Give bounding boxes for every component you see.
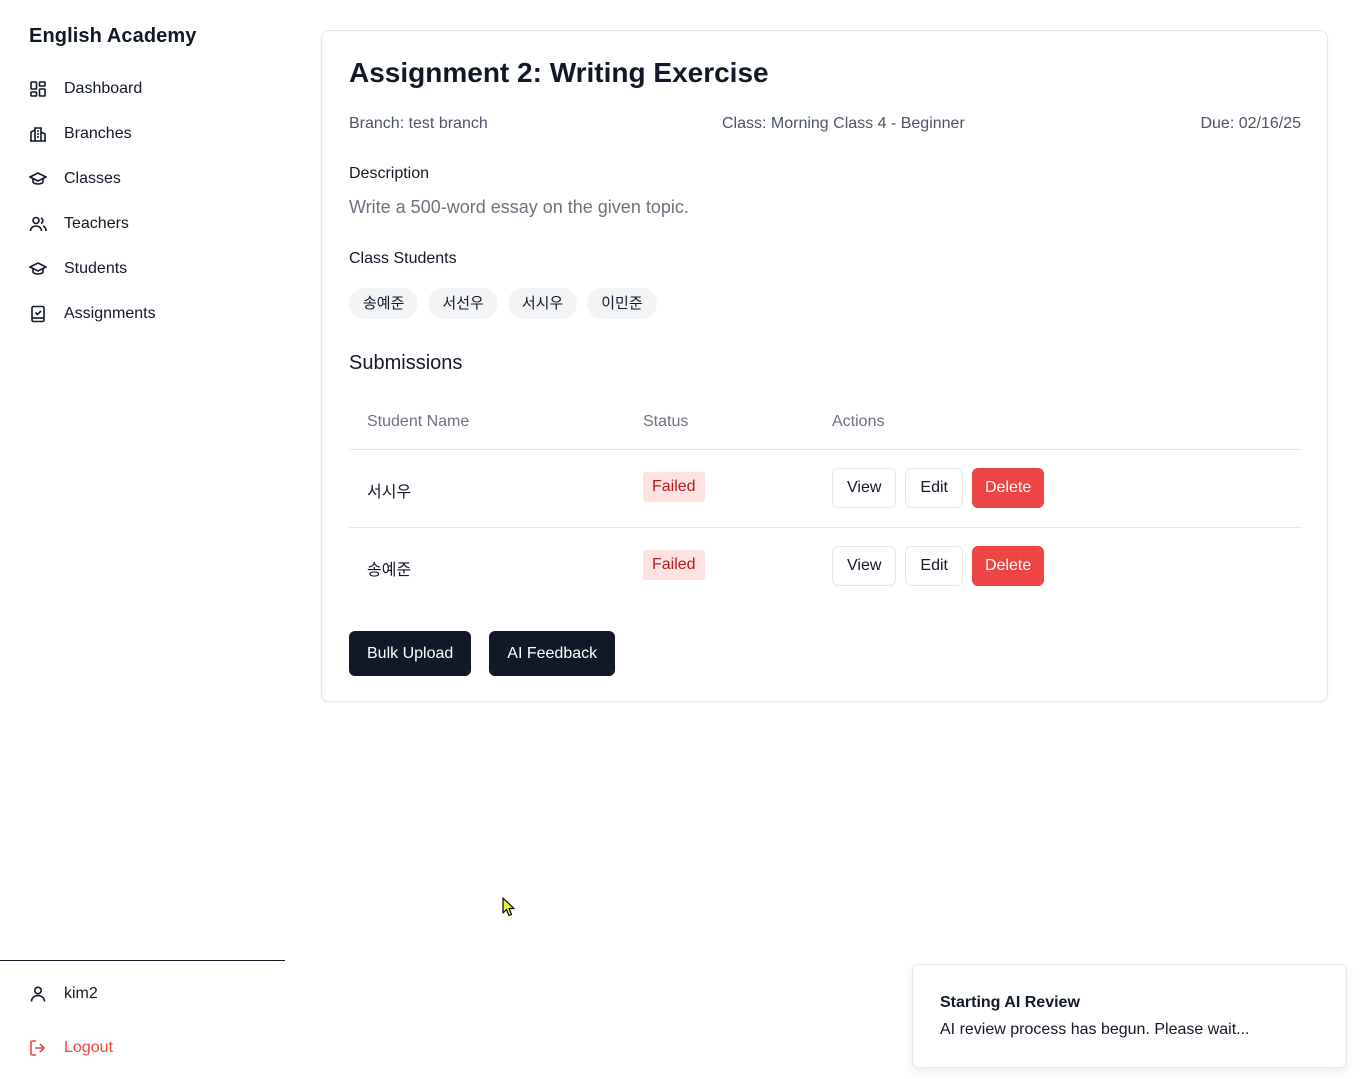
sidebar-item-label: Assignments: [64, 304, 156, 322]
sidebar-item-dashboard[interactable]: Dashboard: [29, 66, 156, 111]
logout-button[interactable]: Logout: [29, 1039, 113, 1057]
toast-notification[interactable]: Starting AI Review AI review process has…: [912, 964, 1347, 1068]
toast-title: Starting AI Review: [940, 994, 1080, 1011]
student-name-cell: 송예준: [367, 562, 412, 579]
column-header-status: Status: [643, 413, 689, 430]
submissions-table: Student Name Status Actions 서시우 Failed V…: [349, 401, 1302, 605]
status-badge: Failed: [643, 550, 705, 580]
row-actions: View Edit Delete: [832, 546, 1045, 586]
view-button[interactable]: View: [832, 546, 897, 586]
dashboard-icon: [29, 80, 47, 98]
class-students-list: 송예준 서선우 서시우 이민준: [349, 288, 657, 319]
student-name-cell: 서시우: [367, 484, 412, 501]
description-label: Description: [349, 165, 430, 182]
mouse-cursor-icon: [502, 897, 515, 917]
sidebar: English Academy Dashboard Branches Class…: [0, 0, 285, 1079]
delete-button[interactable]: Delete: [971, 468, 1045, 508]
graduation-cap-icon: [29, 170, 47, 188]
card-actions: Bulk Upload AI Feedback: [349, 631, 616, 676]
current-user: kim2: [29, 985, 98, 1003]
user-icon: [29, 985, 47, 1003]
edit-button[interactable]: Edit: [905, 546, 963, 586]
sidebar-item-classes[interactable]: Classes: [29, 156, 156, 201]
assignment-due-date: Due: 02/16/25: [1200, 115, 1301, 132]
table-row: 서시우 Failed View Edit Delete: [349, 450, 1302, 528]
sidebar-item-students[interactable]: Students: [29, 246, 156, 291]
edit-button[interactable]: Edit: [905, 468, 963, 508]
users-icon: [29, 215, 47, 233]
student-chip: 송예준: [349, 288, 419, 319]
student-chip: 이민준: [587, 288, 657, 319]
graduation-cap-icon: [29, 260, 47, 278]
submissions-title: Submissions: [349, 352, 463, 374]
sidebar-divider: [0, 960, 285, 961]
student-chip: 서시우: [507, 288, 578, 319]
column-header-student-name: Student Name: [367, 413, 470, 430]
row-actions: View Edit Delete: [832, 468, 1045, 508]
sidebar-item-label: Teachers: [64, 214, 129, 232]
assignment-class: Class: Morning Class 4 - Beginner: [722, 115, 965, 132]
logout-icon: [29, 1039, 47, 1057]
notebook-check-icon: [29, 305, 47, 323]
sidebar-item-assignments[interactable]: Assignments: [29, 291, 156, 336]
sidebar-nav: Dashboard Branches Classes Teachers Stud…: [29, 66, 156, 336]
sidebar-item-label: Classes: [64, 169, 121, 187]
assignment-card: Assignment 2: Writing Exercise Branch: t…: [321, 30, 1328, 702]
ai-feedback-button[interactable]: AI Feedback: [489, 631, 616, 676]
sidebar-item-teachers[interactable]: Teachers: [29, 201, 156, 246]
sidebar-item-branches[interactable]: Branches: [29, 111, 156, 156]
assignment-branch: Branch: test branch: [349, 115, 488, 132]
sidebar-item-label: Dashboard: [64, 79, 143, 97]
description-text: Write a 500-word essay on the given topi…: [349, 197, 689, 217]
sidebar-item-label: Branches: [64, 124, 132, 142]
view-button[interactable]: View: [832, 468, 897, 508]
column-header-actions: Actions: [832, 413, 885, 430]
bulk-upload-button[interactable]: Bulk Upload: [349, 631, 472, 676]
building-icon: [29, 125, 47, 143]
class-students-label: Class Students: [349, 250, 457, 267]
sidebar-item-label: Students: [64, 259, 128, 277]
brand-title: English Academy: [29, 25, 197, 47]
page-title: Assignment 2: Writing Exercise: [349, 57, 769, 88]
table-header: Student Name Status Actions: [349, 401, 1302, 450]
table-row: 송예준 Failed View Edit Delete: [349, 528, 1302, 605]
student-chip: 서선우: [428, 288, 498, 319]
user-name: kim2: [64, 985, 98, 1002]
delete-button[interactable]: Delete: [971, 546, 1045, 586]
status-badge: Failed: [643, 472, 705, 502]
logout-label: Logout: [64, 1039, 113, 1056]
toast-message: AI review process has begun. Please wait…: [940, 1021, 1250, 1038]
